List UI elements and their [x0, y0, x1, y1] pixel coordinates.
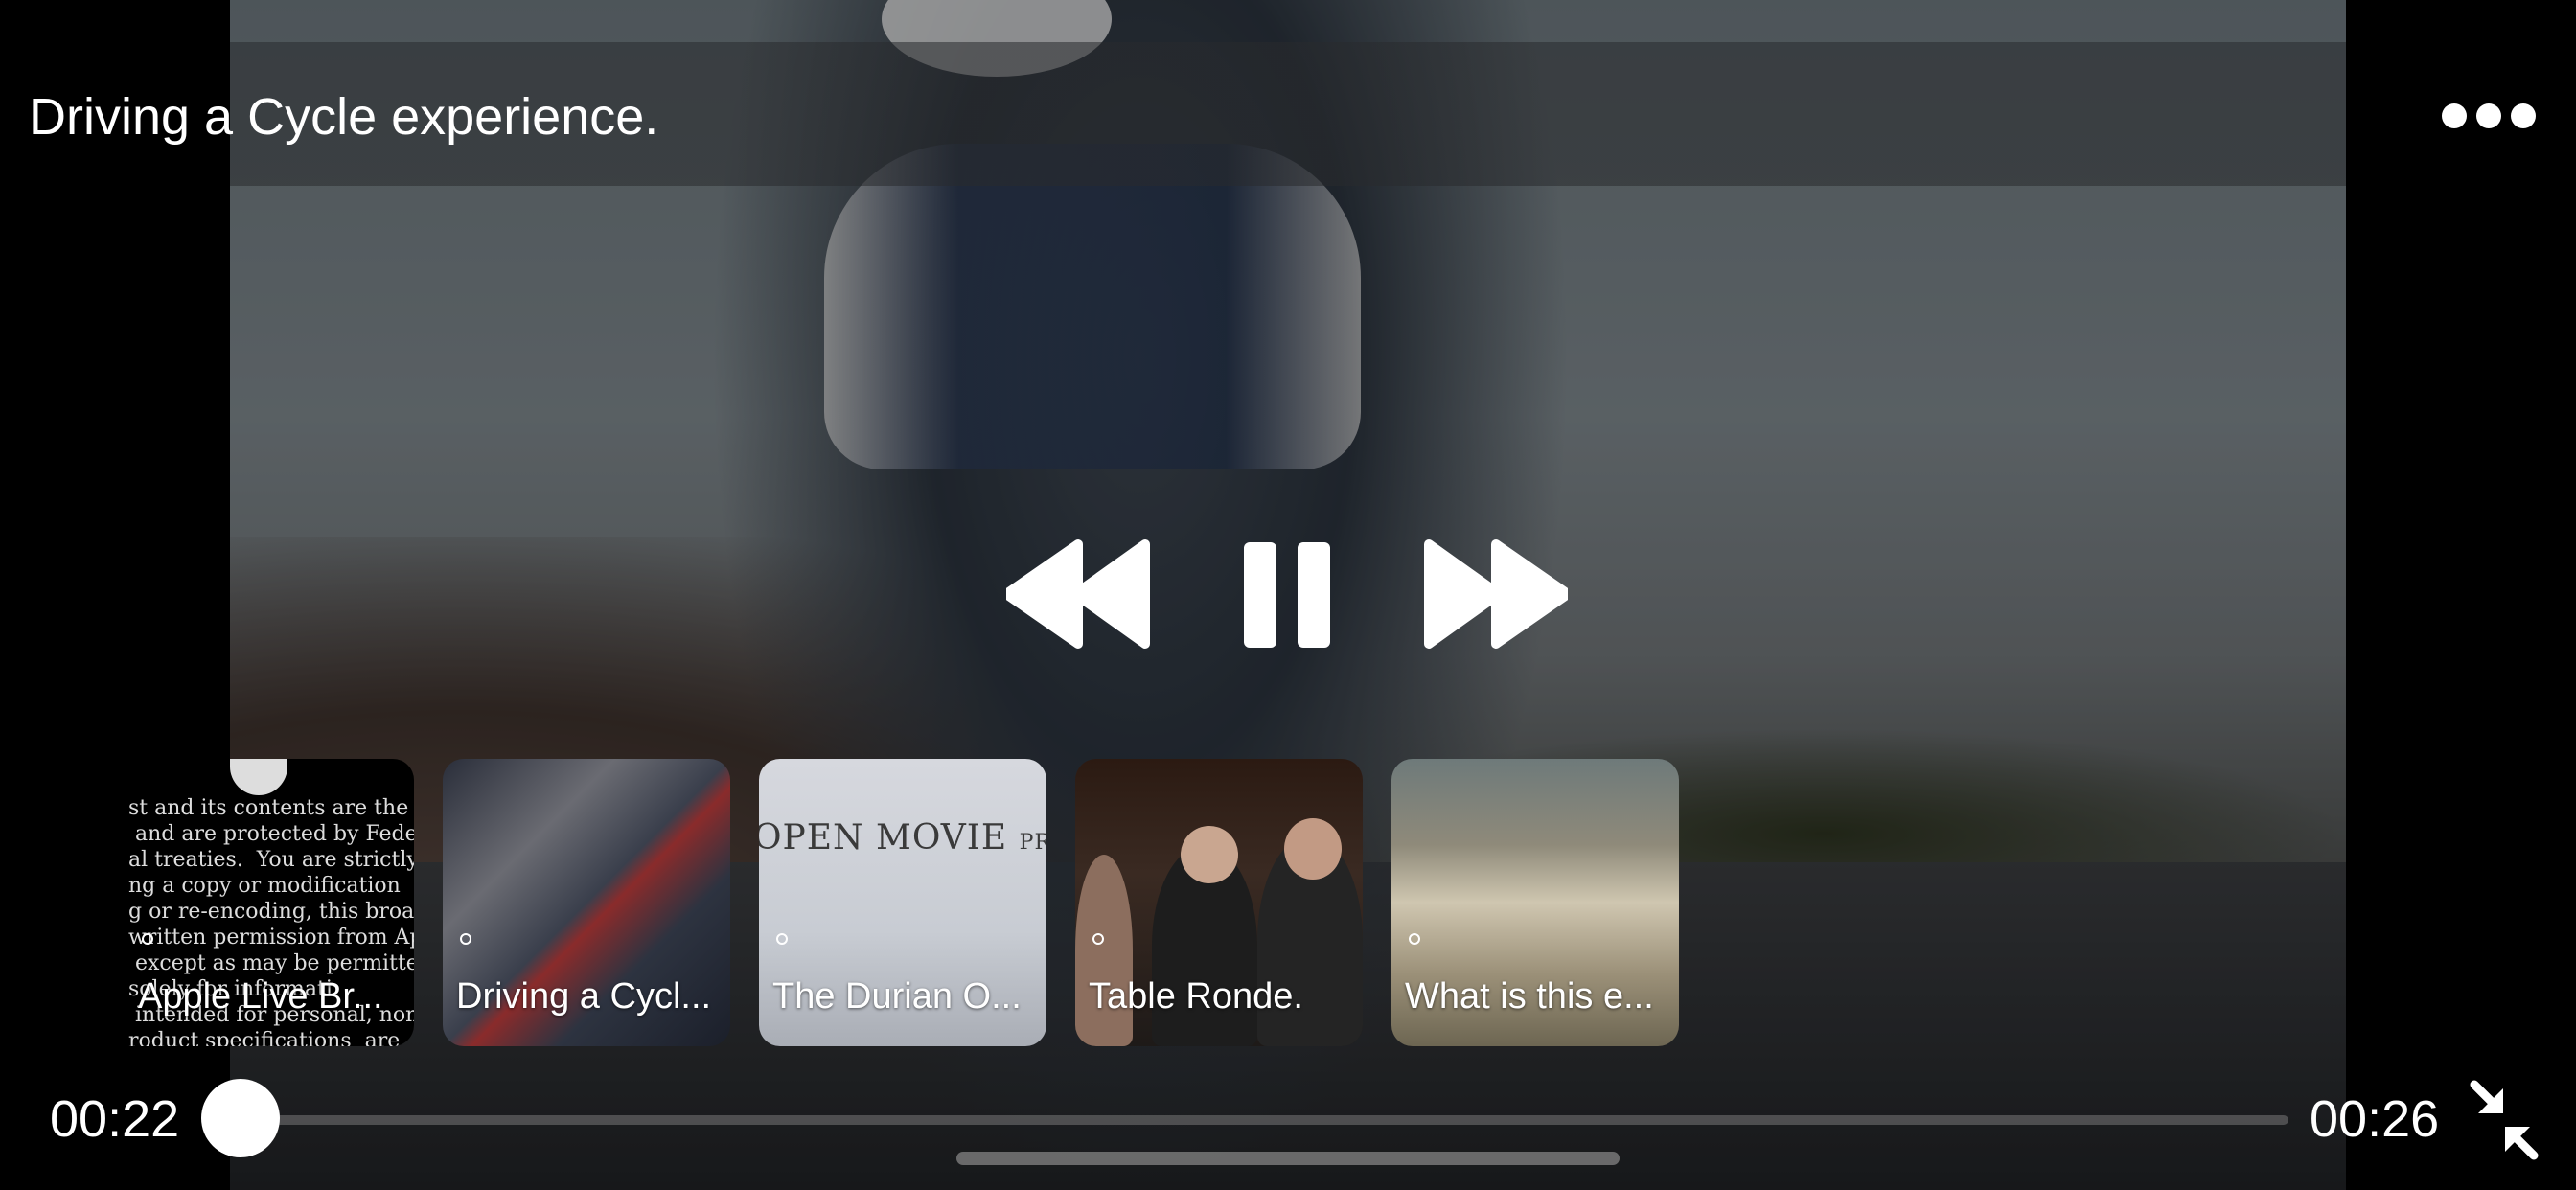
thumbnail-face — [1284, 818, 1342, 880]
ellipsis-icon-dot — [2511, 103, 2536, 128]
playlist-item-label: Table Ronde. — [1089, 976, 1303, 1017]
brand-small: PROJECT — [1019, 831, 1046, 855]
thumbnail-person — [1075, 855, 1133, 1046]
transport-controls — [997, 537, 1572, 652]
apple-logo-icon — [230, 759, 288, 795]
home-indicator — [956, 1152, 1620, 1165]
elapsed-time: 00:22 — [50, 1090, 180, 1148]
playlist-item[interactable]: st and its contents are the and are prot… — [125, 759, 414, 1046]
pause-button[interactable] — [1242, 537, 1332, 652]
playlist-item[interactable]: OPEN MOVIE PROJECT The Durian O... — [759, 759, 1046, 1046]
ellipsis-icon — [2442, 103, 2467, 128]
playlist-item-label: Apple Live Br... — [138, 976, 383, 1017]
total-duration: 00:26 — [2310, 1090, 2440, 1148]
thumbnail-face — [1181, 826, 1238, 883]
rewind-button[interactable] — [1006, 537, 1150, 652]
scrubber-knob[interactable] — [201, 1079, 280, 1157]
more-options-button[interactable] — [2442, 102, 2538, 130]
fast-forward-icon — [1424, 539, 1568, 649]
ellipsis-icon-dot — [2476, 103, 2501, 128]
playlist-item-label: Driving a Cycl... — [456, 976, 712, 1017]
eye-icon — [460, 933, 472, 945]
exit-fullscreen-button[interactable] — [2469, 1079, 2540, 1161]
progress-track[interactable] — [240, 1115, 2288, 1125]
playlist-item[interactable]: What is this e... — [1392, 759, 1679, 1046]
fast-forward-button[interactable] — [1424, 537, 1568, 652]
playlist-item[interactable]: Driving a Cycl... — [443, 759, 730, 1046]
thumbnail-brand-text: OPEN MOVIE PROJECT — [759, 818, 1046, 858]
eye-icon — [142, 933, 153, 945]
eye-icon — [1409, 933, 1420, 945]
playlist-item[interactable]: Table Ronde. — [1075, 759, 1363, 1046]
eye-icon — [1092, 933, 1104, 945]
playlist-item-label: The Durian O... — [772, 976, 1022, 1017]
rewind-icon — [1006, 539, 1150, 649]
playlist-item-label: What is this e... — [1405, 976, 1654, 1017]
collapse-arrows-icon — [2470, 1080, 2539, 1160]
brand-main: OPEN MOVIE — [759, 818, 1008, 858]
eye-icon — [776, 933, 788, 945]
pause-icon — [1244, 542, 1330, 648]
playlist-carousel[interactable]: st and its contents are the and are prot… — [125, 759, 1696, 1046]
video-title: Driving a Cycle experience. — [29, 88, 659, 146]
